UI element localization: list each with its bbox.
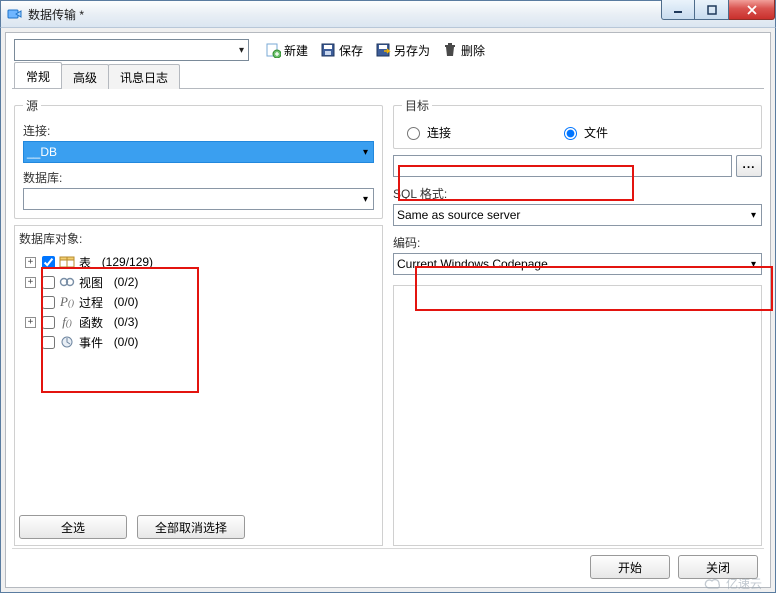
toolbar: ▾ 新建 保存 另存为 删除	[12, 39, 764, 65]
objects-tree[interactable]: + 表 (129/129) + 视图 (0/2)	[15, 250, 382, 509]
tree-label: 过程	[79, 294, 103, 311]
tab-log[interactable]: 讯息日志	[108, 64, 180, 89]
target-file-input[interactable]	[393, 155, 732, 177]
radio-connection-label: 连接	[427, 124, 451, 141]
target-panel: 目标 连接 文件	[393, 97, 762, 546]
new-icon	[265, 42, 281, 58]
source-connection-select[interactable]: __DB ▾	[23, 141, 374, 163]
delete-button[interactable]: 删除	[438, 39, 489, 61]
watermark-text: 亿速云	[726, 575, 762, 592]
tree-row-functions[interactable]: + f() 函数 (0/3)	[19, 312, 378, 332]
chevron-down-icon: ▾	[363, 147, 368, 158]
start-button[interactable]: 开始	[590, 555, 670, 579]
source-legend: 源	[23, 97, 41, 114]
close-button[interactable]	[729, 0, 775, 20]
chevron-down-icon: ▾	[751, 259, 756, 270]
tree-row-events[interactable]: 事件 (0/0)	[19, 332, 378, 352]
trash-icon	[442, 42, 458, 58]
delete-label: 删除	[461, 42, 485, 59]
radio-connection-input[interactable]	[407, 127, 420, 140]
titlebar: 数据传输 *	[0, 0, 776, 28]
tree-label: 事件	[79, 334, 103, 351]
deselect-all-button[interactable]: 全部取消选择	[137, 515, 245, 539]
tab-general[interactable]: 常规	[14, 62, 62, 88]
tree-label: 视图	[79, 274, 103, 291]
expand-icon[interactable]: +	[25, 257, 36, 268]
target-group: 目标 连接 文件	[393, 97, 762, 149]
select-all-button[interactable]: 全选	[19, 515, 127, 539]
browse-button[interactable]: ...	[736, 155, 762, 177]
profile-combobox[interactable]: ▾	[14, 39, 249, 61]
chevron-down-icon: ▾	[239, 45, 244, 56]
saveas-button[interactable]: 另存为	[371, 39, 434, 61]
tree-row-procedures[interactable]: P() 过程 (0/0)	[19, 292, 378, 312]
target-spacer	[393, 285, 762, 546]
tab-bar: 常规 高级 讯息日志	[12, 65, 764, 89]
tree-count: (129/129)	[102, 255, 153, 269]
table-icon	[59, 254, 75, 270]
app-icon	[7, 6, 23, 22]
tree-label: 表	[79, 254, 91, 271]
procedure-icon: P()	[59, 294, 75, 310]
save-icon	[320, 42, 336, 58]
tree-label: 函数	[79, 314, 103, 331]
tree-row-views[interactable]: + 视图 (0/2)	[19, 272, 378, 292]
source-panel: 源 连接: __DB ▾ 数据库: ▾ 数据库对象:	[14, 97, 383, 546]
new-label: 新建	[284, 42, 308, 59]
checkbox-events[interactable]	[42, 336, 55, 349]
function-icon: f()	[59, 314, 75, 330]
window-buttons	[661, 0, 775, 20]
save-button[interactable]: 保存	[316, 39, 367, 61]
encoding-label: 编码:	[393, 234, 762, 251]
footer: 开始 关闭	[12, 548, 764, 581]
sqlformat-value: Same as source server	[397, 208, 520, 222]
encoding-value: Current Windows Codepage	[397, 257, 548, 271]
save-label: 保存	[339, 42, 363, 59]
chevron-down-icon: ▾	[363, 194, 368, 205]
source-group: 源 连接: __DB ▾ 数据库: ▾	[14, 97, 383, 219]
radio-file-input[interactable]	[564, 127, 577, 140]
ellipsis-icon: ...	[742, 157, 755, 171]
checkbox-functions[interactable]	[42, 316, 55, 329]
objects-tree-container: 数据库对象: + 表 (129/129) +	[14, 225, 383, 546]
new-button[interactable]: 新建	[261, 39, 312, 61]
target-legend: 目标	[402, 97, 432, 114]
radio-connection[interactable]: 连接	[402, 124, 451, 141]
window-title: 数据传输 *	[28, 6, 84, 23]
tree-count: (0/2)	[114, 275, 139, 289]
tree-row-tables[interactable]: + 表 (129/129)	[19, 252, 378, 272]
view-icon	[59, 274, 75, 290]
checkbox-tables[interactable]	[42, 256, 55, 269]
source-database-select[interactable]: ▾	[23, 188, 374, 210]
chevron-down-icon: ▾	[751, 210, 756, 221]
database-label: 数据库:	[23, 169, 374, 186]
watermark: 亿速云	[703, 575, 762, 592]
event-icon	[59, 334, 75, 350]
source-connection-value: __DB	[27, 145, 57, 159]
connection-label: 连接:	[23, 122, 374, 139]
sqlformat-label: SQL 格式:	[393, 185, 762, 202]
checkbox-views[interactable]	[42, 276, 55, 289]
encoding-select[interactable]: Current Windows Codepage ▾	[393, 253, 762, 275]
expand-spacer	[25, 337, 36, 348]
expand-icon[interactable]: +	[25, 317, 36, 328]
expand-icon[interactable]: +	[25, 277, 36, 288]
expand-spacer	[25, 297, 36, 308]
maximize-button[interactable]	[695, 0, 729, 20]
sqlformat-select[interactable]: Same as source server ▾	[393, 204, 762, 226]
tree-count: (0/0)	[114, 295, 139, 309]
objects-label: 数据库对象:	[19, 230, 376, 247]
tree-count: (0/3)	[114, 315, 139, 329]
tab-advanced[interactable]: 高级	[61, 64, 109, 89]
minimize-button[interactable]	[661, 0, 695, 20]
radio-file[interactable]: 文件	[559, 124, 608, 141]
saveas-label: 另存为	[394, 42, 430, 59]
saveas-icon	[375, 42, 391, 58]
radio-file-label: 文件	[584, 124, 608, 141]
checkbox-procedures[interactable]	[42, 296, 55, 309]
tree-count: (0/0)	[114, 335, 139, 349]
